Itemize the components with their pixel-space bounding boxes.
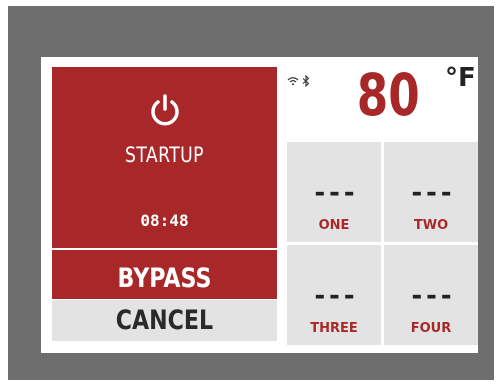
- zone-value: ---: [409, 178, 454, 208]
- display-screen: STARTUP 08:48 BYPASS CANCEL 80 °F --- ON…: [41, 57, 478, 353]
- zone-tile-two[interactable]: --- TWO: [384, 142, 478, 242]
- bypass-button[interactable]: BYPASS: [72, 260, 257, 297]
- wifi-icon: [287, 77, 299, 86]
- cancel-button[interactable]: CANCEL: [52, 300, 277, 341]
- status-icons: [287, 75, 310, 87]
- zone-tile-three[interactable]: --- THREE: [287, 245, 381, 345]
- zone-name: THREE: [310, 321, 358, 336]
- zone-name: TWO: [413, 218, 449, 233]
- mode-panel: STARTUP 08:48 BYPASS: [52, 67, 277, 299]
- cancel-button-label: CANCEL: [115, 305, 214, 336]
- zone-value: ---: [312, 178, 357, 208]
- bluetooth-icon: [302, 75, 310, 87]
- zone-name: FOUR: [410, 321, 452, 336]
- zone-value: ---: [312, 281, 357, 311]
- zone-name: ONE: [318, 218, 350, 233]
- panel-divider: [52, 248, 277, 250]
- zone-value: ---: [409, 281, 454, 311]
- temperature-value: 80: [356, 61, 420, 129]
- temperature-unit: °F: [445, 63, 476, 93]
- device-bezel: STARTUP 08:48 BYPASS CANCEL 80 °F --- ON…: [8, 6, 494, 380]
- mode-label: STARTUP: [124, 143, 204, 167]
- timer-readout: 08:48: [140, 211, 189, 230]
- power-icon[interactable]: [148, 93, 182, 127]
- zone-tile-four[interactable]: --- FOUR: [384, 245, 478, 345]
- zone-tile-one[interactable]: --- ONE: [287, 142, 381, 242]
